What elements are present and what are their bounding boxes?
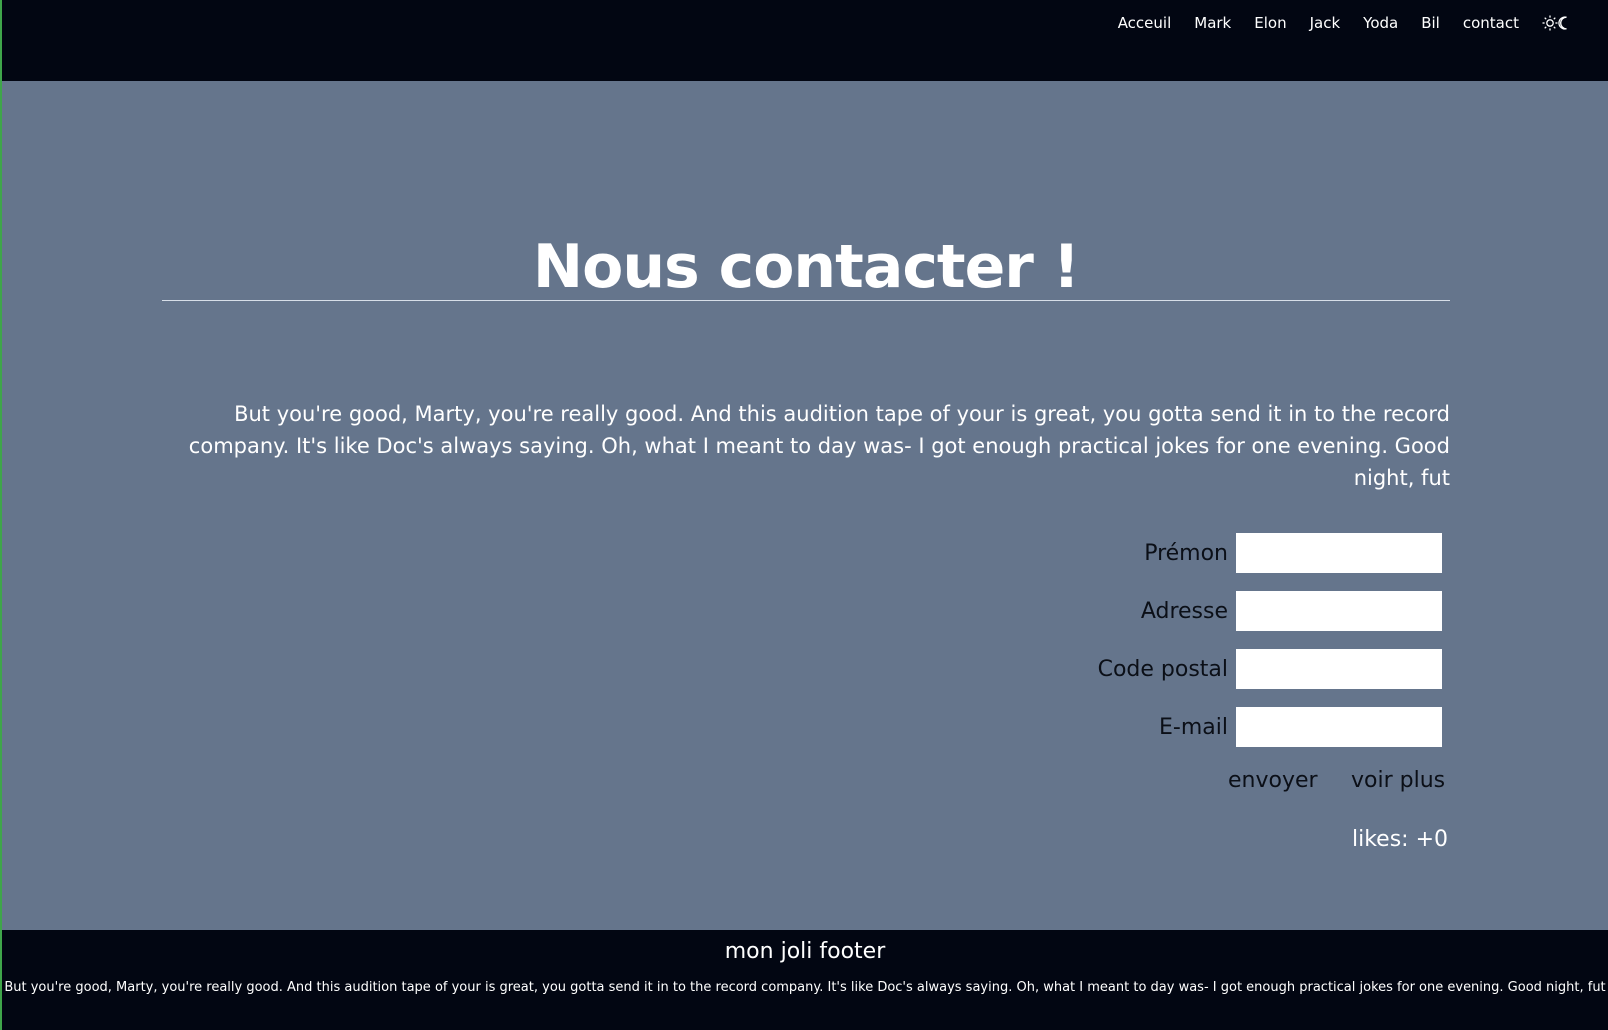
adresse-label: Adresse (1140, 598, 1228, 624)
theme-toggle-button[interactable] (1542, 14, 1568, 32)
footer-text: But you're good, Marty, you're really go… (4, 980, 1606, 995)
nav-link-yoda[interactable]: Yoda (1363, 14, 1398, 32)
nav-link-jack[interactable]: Jack (1310, 14, 1341, 32)
nav-link-contact[interactable]: contact (1463, 14, 1519, 32)
code-postal-label: Code postal (1097, 656, 1228, 682)
nav-link-mark[interactable]: Mark (1194, 14, 1231, 32)
premon-input[interactable] (1236, 533, 1442, 573)
email-label: E-mail (1159, 714, 1228, 740)
nav-link-bil[interactable]: Bil (1421, 14, 1440, 32)
likes-counter: likes: +0 (1351, 827, 1448, 852)
nav-link-elon[interactable]: Elon (1254, 14, 1286, 32)
form-row-code-postal: Code postal (902, 649, 1442, 689)
footer-title: mon joli footer (724, 939, 886, 964)
code-postal-input[interactable] (1236, 649, 1442, 689)
email-input[interactable] (1236, 707, 1442, 747)
title-divider (162, 300, 1450, 301)
form-row-adresse: Adresse (902, 591, 1442, 631)
submit-button[interactable]: envoyer (1228, 768, 1318, 793)
form-row-premon: Prémon (902, 533, 1442, 573)
footer: mon joli footer But you're good, Marty, … (2, 930, 1608, 1030)
page-title: Nous contacter ! (532, 232, 1080, 302)
form-row-email: E-mail (902, 707, 1442, 747)
adresse-input[interactable] (1236, 591, 1442, 631)
nav-links: Acceuil Mark Elon Jack Yoda Bil contact (1095, 14, 1568, 32)
see-more-button[interactable]: voir plus (1351, 768, 1445, 793)
premon-label: Prémon (1144, 540, 1228, 566)
nav-link-acceuil[interactable]: Acceuil (1118, 14, 1172, 32)
sun-moon-icon (1542, 15, 1567, 31)
intro-paragraph: But you're good, Marty, you're really go… (188, 402, 1450, 490)
navbar: Acceuil Mark Elon Jack Yoda Bil contact (2, 0, 1608, 81)
